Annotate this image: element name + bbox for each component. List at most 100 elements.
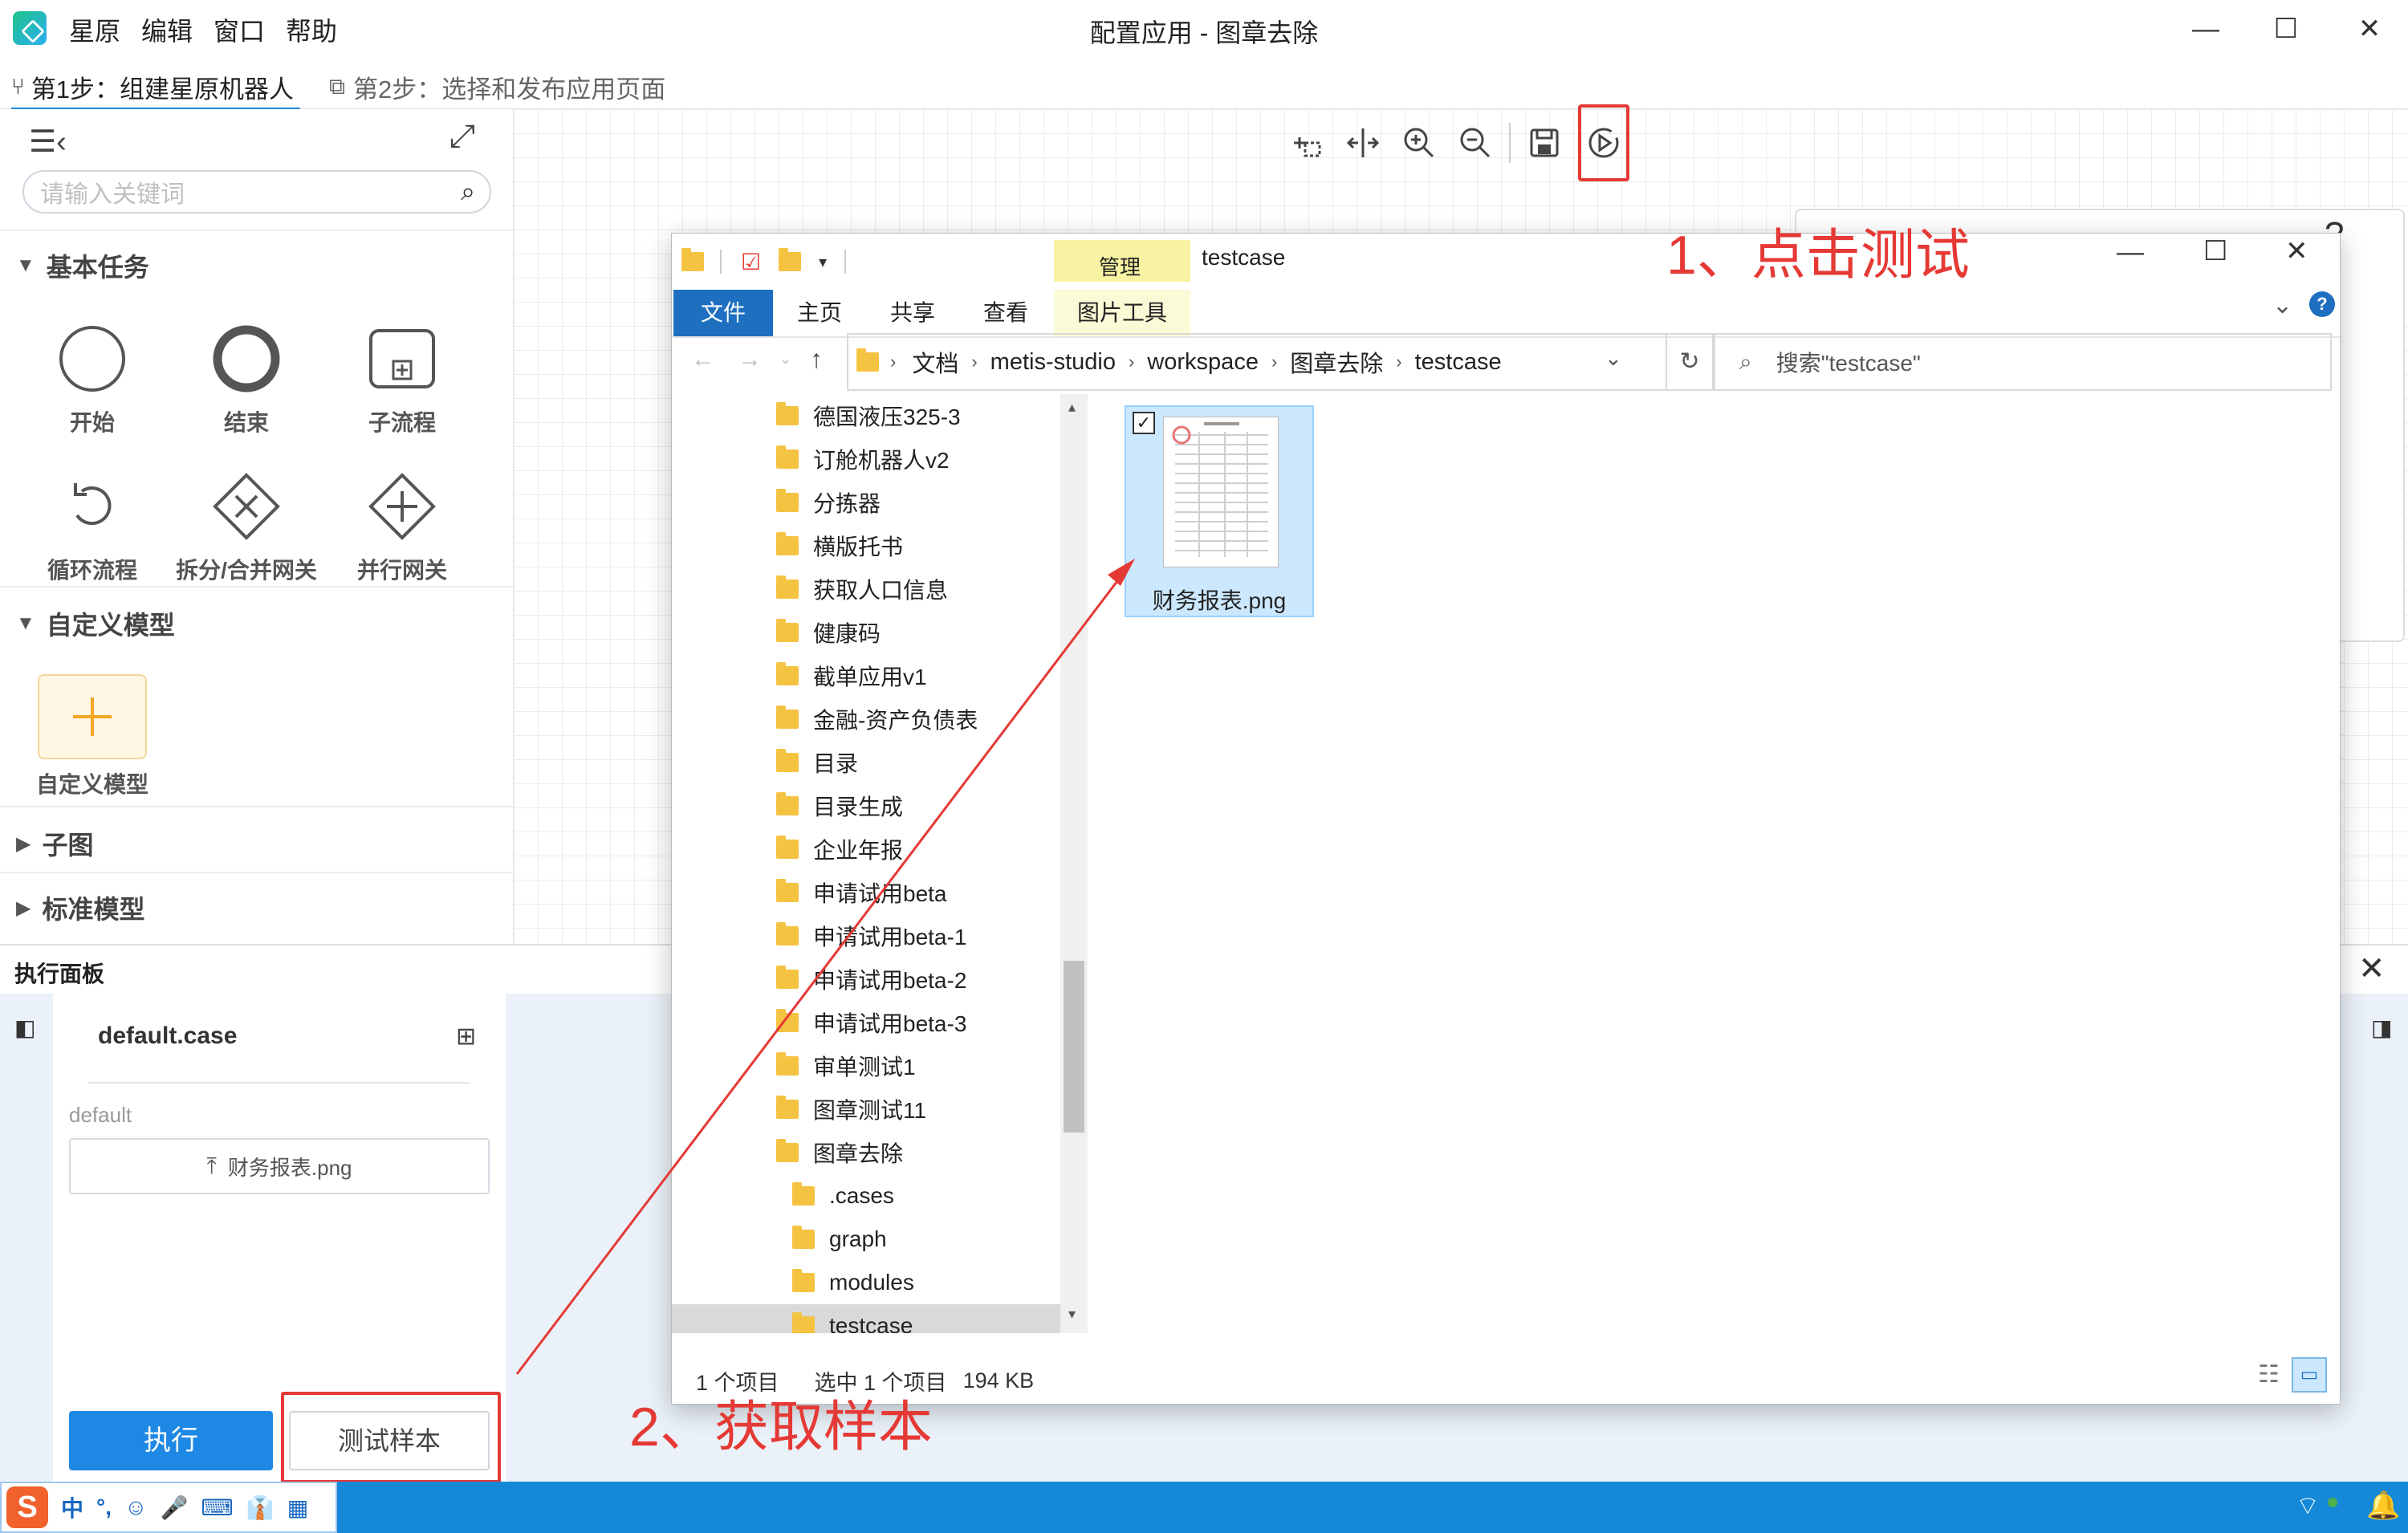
tree-item[interactable]: 申请试用beta-3 bbox=[776, 1001, 966, 1044]
refresh-icon[interactable]: ↻ bbox=[1666, 333, 1714, 391]
collapse-panel-icon[interactable]: ☰‹ bbox=[29, 124, 67, 160]
node-subprocess[interactable]: 子流程 bbox=[326, 324, 478, 437]
section-subgraph[interactable]: ▶ 子图 bbox=[16, 825, 93, 862]
large-icons-view-icon[interactable]: ▭ bbox=[2292, 1357, 2327, 1393]
scroll-down-icon[interactable]: ▾ bbox=[1068, 1306, 1076, 1323]
explorer-close-button[interactable]: ✕ bbox=[2285, 235, 2308, 267]
ribbon-tab-view[interactable]: 查看 bbox=[983, 290, 1028, 336]
explorer-search-input[interactable]: ⌕ 搜索"testcase" bbox=[1714, 333, 2332, 391]
address-bar[interactable]: › 文档 › metis-studio › workspace › 图章去除 ›… bbox=[847, 333, 1667, 391]
tree-subitem[interactable]: graph bbox=[672, 1218, 1060, 1261]
tree-subitem[interactable]: modules bbox=[672, 1261, 1060, 1304]
maximize-button[interactable]: ☐ bbox=[2264, 8, 2308, 50]
tree-item[interactable]: 目录生成 bbox=[776, 784, 903, 827]
node-start[interactable]: 开始 bbox=[16, 324, 169, 437]
expand-icon[interactable]: ⤢ bbox=[449, 119, 475, 155]
back-icon[interactable]: ← bbox=[691, 346, 715, 373]
split-icon[interactable] bbox=[1340, 120, 1385, 165]
scroll-up-icon[interactable]: ▴ bbox=[1068, 399, 1076, 416]
node-search-input[interactable]: 请输入关键词 ⌕ bbox=[22, 170, 491, 213]
tree-item[interactable]: 审单测试1 bbox=[776, 1044, 916, 1088]
tree-scrollbar[interactable]: ▴ ▾ bbox=[1060, 394, 1088, 1333]
tree-item[interactable]: 横版托书 bbox=[776, 524, 903, 567]
explorer-minimize-button[interactable]: — bbox=[2117, 237, 2144, 268]
crumb-workspace[interactable]: workspace bbox=[1147, 349, 1259, 376]
ribbon-tab-picture-tools[interactable]: 图片工具 bbox=[1054, 290, 1190, 336]
tree-subitem[interactable]: testcase bbox=[672, 1304, 1060, 1333]
quick-access-toolbar: ☑ ▾ bbox=[681, 243, 847, 280]
save-icon[interactable] bbox=[1522, 120, 1567, 165]
tree-item[interactable]: 分拣器 bbox=[776, 481, 881, 524]
toggle-right-sidebar-icon[interactable]: ◨ bbox=[2371, 1015, 2392, 1041]
wifi-icon[interactable]: ⌔ bbox=[2296, 1490, 2320, 1522]
run-button[interactable]: 执行 bbox=[69, 1411, 273, 1470]
notification-bell-icon[interactable]: 🔔 bbox=[2366, 1490, 2400, 1522]
zoom-in-icon[interactable] bbox=[1397, 120, 1442, 165]
ime-button[interactable]: ⌨ bbox=[201, 1494, 233, 1521]
tree-item[interactable]: 申请试用beta-1 bbox=[776, 914, 966, 958]
address-dropdown-icon[interactable]: ⌄ bbox=[1605, 346, 1622, 371]
ime-button[interactable]: °, bbox=[96, 1494, 112, 1520]
ribbon-tab-file[interactable]: 文件 bbox=[673, 290, 773, 336]
close-button[interactable]: ✕ bbox=[2347, 8, 2392, 50]
tree-item[interactable]: 德国液压325-3 bbox=[776, 394, 961, 437]
ribbon-expand-icon[interactable]: ⌄ bbox=[2272, 291, 2292, 319]
node-parallel-gateway[interactable]: 并行网关 bbox=[326, 472, 478, 585]
tree-item[interactable]: 截单应用v1 bbox=[776, 654, 927, 697]
file-checkbox[interactable]: ✓ bbox=[1133, 412, 1155, 434]
tab-step-1[interactable]: ⑂ 第1步：组建星原机器人 bbox=[11, 67, 301, 111]
tree-item[interactable]: 申请试用beta-2 bbox=[776, 958, 966, 1001]
ribbon-tab-share[interactable]: 共享 bbox=[890, 290, 935, 336]
ime-button[interactable]: ▦ bbox=[287, 1494, 308, 1521]
test-sample-button[interactable]: 测试样本 bbox=[289, 1411, 490, 1470]
crumb-metis-studio[interactable]: metis-studio bbox=[990, 349, 1116, 376]
tree-item[interactable]: 申请试用beta bbox=[776, 871, 947, 914]
node-xor-gateway[interactable]: 拆分/合并网关 bbox=[170, 472, 323, 585]
customize-qat-icon[interactable]: ▾ bbox=[819, 252, 827, 272]
ime-button[interactable]: 👔 bbox=[246, 1494, 275, 1521]
tree-item[interactable]: 健康码 bbox=[776, 611, 881, 654]
minimize-button[interactable]: — bbox=[2183, 8, 2228, 50]
node-end[interactable]: 结束 bbox=[170, 324, 323, 437]
section-standard-models[interactable]: ▶ 标准模型 bbox=[16, 889, 144, 926]
ime-button[interactable]: 🎤 bbox=[161, 1494, 189, 1521]
tree-item[interactable]: 获取人口信息 bbox=[776, 567, 948, 611]
section-basic-tasks[interactable]: ▼ 基本任务 bbox=[16, 247, 149, 284]
crumb-documents[interactable]: 文档 bbox=[912, 345, 958, 379]
forward-icon[interactable]: → bbox=[738, 346, 762, 373]
close-exec-panel-icon[interactable]: ✕ bbox=[2358, 950, 2386, 987]
file-item[interactable]: ✓ 财务报表.png bbox=[1125, 405, 1314, 617]
node-loop[interactable]: 循环流程 bbox=[16, 472, 169, 585]
tree-item[interactable]: 图章去除 bbox=[776, 1131, 903, 1174]
recent-locations-icon[interactable]: ⌄ bbox=[779, 351, 791, 368]
tab-step-2[interactable]: ⧉ 第2步：选择和发布应用页面 bbox=[329, 67, 665, 106]
up-folder-icon[interactable]: ↑ bbox=[810, 344, 823, 374]
sogou-ime-icon[interactable]: S bbox=[6, 1486, 48, 1528]
tree-item[interactable]: 图章测试11 bbox=[776, 1088, 926, 1131]
tree-item[interactable]: 目录 bbox=[776, 741, 858, 784]
node-custom-model[interactable]: 自定义模型 bbox=[16, 674, 169, 799]
tree-item[interactable]: 金融-资产负债表 bbox=[776, 697, 978, 741]
zoom-out-icon[interactable] bbox=[1453, 120, 1498, 165]
tree-subitem[interactable]: .cases bbox=[672, 1174, 1060, 1218]
crumb-stamp-removal[interactable]: 图章去除 bbox=[1290, 345, 1383, 379]
ribbon-tab-home[interactable]: 主页 bbox=[797, 290, 842, 336]
scrollbar-thumb[interactable] bbox=[1064, 961, 1084, 1132]
explorer-help-icon[interactable]: ? bbox=[2309, 291, 2335, 317]
ime-button[interactable]: 中 bbox=[61, 1491, 83, 1523]
crumb-testcase[interactable]: testcase bbox=[1415, 349, 1502, 376]
upload-file-button[interactable]: ⤒ 财务报表.png bbox=[69, 1138, 490, 1194]
tree-item[interactable]: 企业年报 bbox=[776, 827, 903, 871]
new-folder-icon[interactable] bbox=[779, 248, 802, 271]
details-view-icon[interactable]: ☷ bbox=[2258, 1360, 2280, 1389]
add-case-icon[interactable]: ⊞ bbox=[456, 1023, 476, 1051]
tree-item[interactable]: 订舱机器人v2 bbox=[776, 437, 950, 481]
test-run-button[interactable] bbox=[1578, 104, 1629, 181]
toggle-left-sidebar-icon[interactable]: ◧ bbox=[14, 1015, 35, 1041]
properties-icon[interactable]: ☑ bbox=[741, 249, 761, 275]
explorer-maximize-button[interactable]: ☐ bbox=[2203, 235, 2227, 267]
section-custom-models[interactable]: ▼ 自定义模型 bbox=[16, 605, 175, 642]
window-title: 配置应用 - 图章去除 bbox=[1089, 18, 1319, 47]
select-area-icon[interactable] bbox=[1284, 120, 1329, 165]
ime-button[interactable]: ☺ bbox=[124, 1494, 148, 1520]
